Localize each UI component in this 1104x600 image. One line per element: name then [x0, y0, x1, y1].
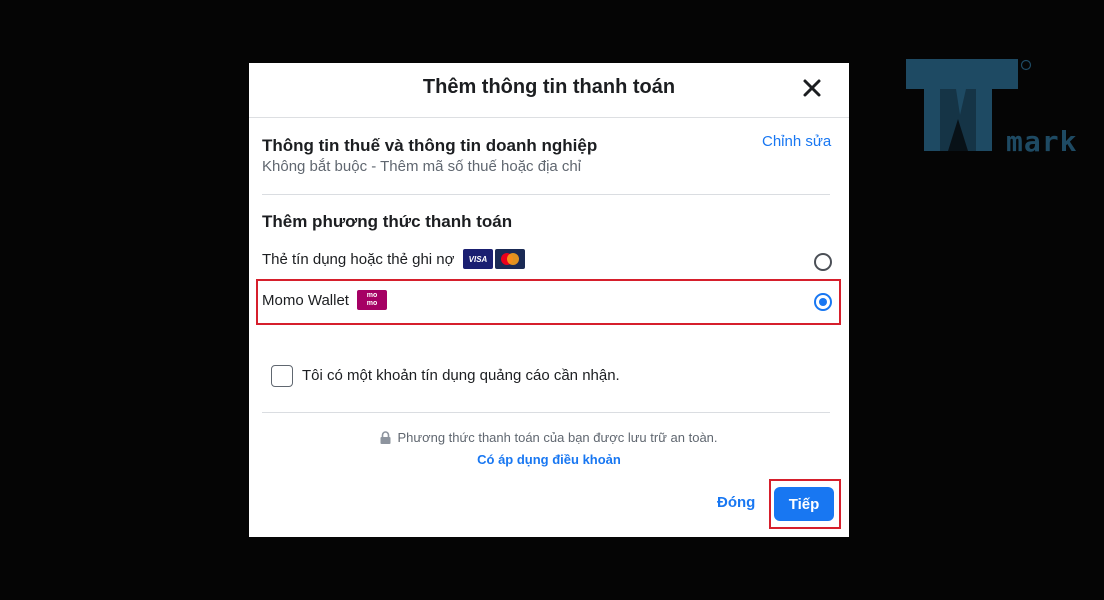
divider — [262, 194, 830, 195]
terms-link-text[interactable]: Có áp dụng điều khoản — [477, 452, 621, 467]
close-button[interactable]: Đóng — [717, 494, 755, 511]
dialog-title: Thêm thông tin thanh toán — [422, 76, 676, 98]
ad-credit-checkbox[interactable] — [271, 365, 293, 387]
divider — [262, 412, 830, 413]
secure-note: Phương thức thanh toán của bạn được lưu … — [249, 430, 849, 445]
tax-info-title: Thông tin thuế và thông tin doanh nghiệp — [262, 136, 598, 155]
momo-highlight-box — [256, 279, 841, 325]
payment-method-title: Thêm phương thức thanh toán — [262, 212, 513, 231]
tax-info-subtitle: Không bắt buộc - Thêm mã số thuế hoặc đị… — [262, 158, 582, 175]
edit-tax-link[interactable]: Chỉnh sửa — [762, 133, 831, 150]
card-option-label[interactable]: Thẻ tín dụng hoặc thẻ ghi nợ — [262, 251, 454, 268]
ad-credit-label[interactable]: Tôi có một khoản tín dụng quảng cáo cần … — [302, 367, 620, 384]
close-icon[interactable] — [801, 77, 823, 99]
dialog-header: Thêm thông tin thanh toán — [249, 63, 849, 118]
secure-note-text: Phương thức thanh toán của bạn được lưu … — [397, 430, 718, 445]
next-highlight-box — [769, 479, 841, 529]
lock-icon — [380, 431, 391, 444]
mastercard-icon — [495, 249, 525, 269]
visa-icon: VISA — [463, 249, 493, 269]
watermark-text: mark — [1006, 125, 1078, 158]
card-option-radio[interactable] — [814, 253, 832, 271]
terms-link: Có áp dụng điều khoản — [249, 452, 849, 467]
